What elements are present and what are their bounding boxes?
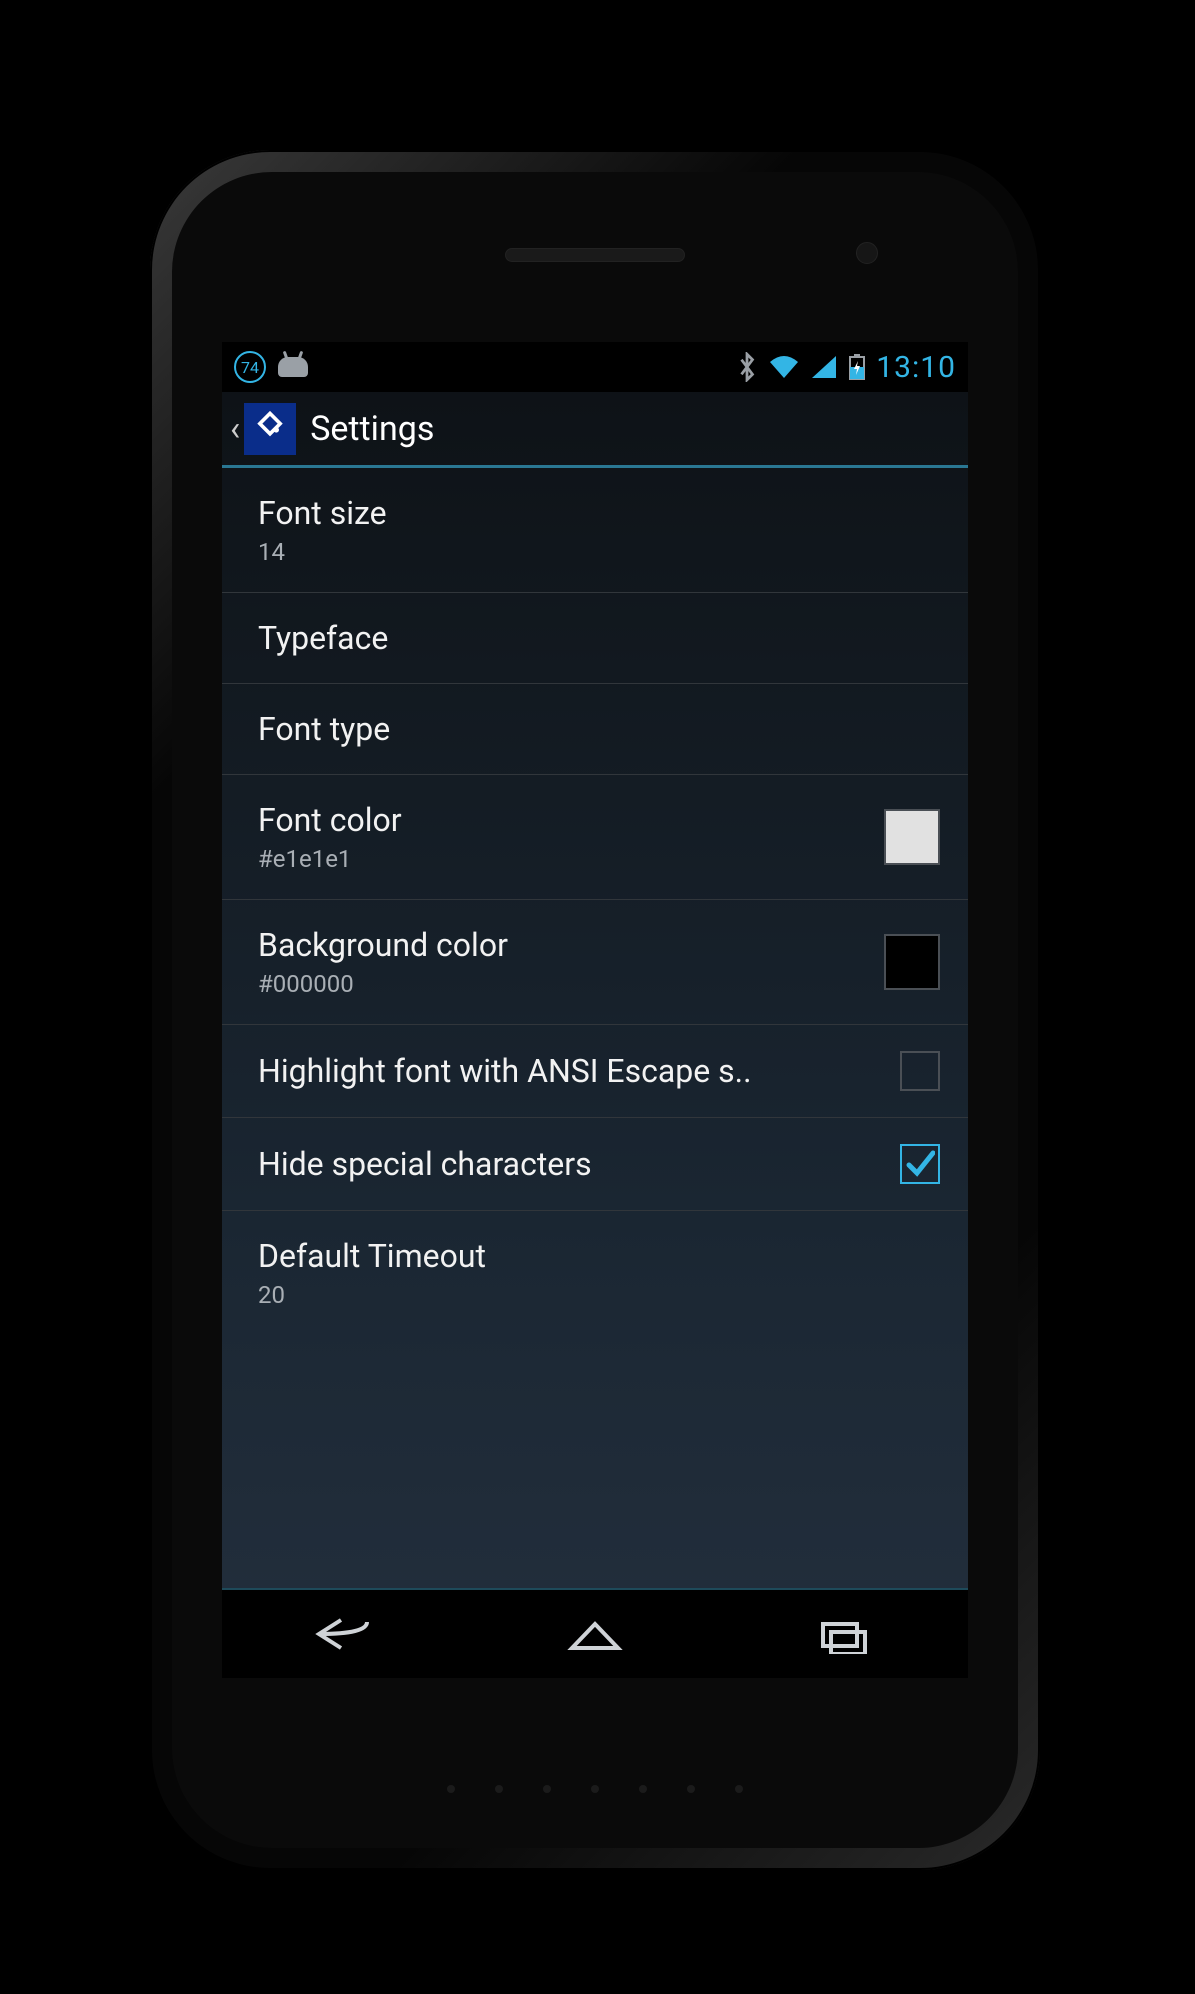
setting-title: Highlight font with ANSI Escape s.. [258, 1052, 880, 1090]
setting-title: Font color [258, 801, 864, 839]
setting-subtitle: 20 [258, 1281, 940, 1309]
checkbox[interactable] [900, 1051, 940, 1091]
setting-title: Default Timeout [258, 1237, 940, 1275]
nav-recent-button[interactable] [804, 1611, 884, 1657]
cell-signal-icon [810, 354, 838, 380]
status-bar-right: 13:10 [736, 350, 956, 385]
wifi-icon [768, 354, 800, 380]
setting-title: Typeface [258, 619, 940, 657]
earpiece [505, 248, 685, 262]
phone-chin-dots [447, 1785, 743, 1793]
phone-frame: 74 [150, 150, 1040, 1870]
battery-charging-icon [848, 353, 866, 381]
setting-row-hide-special[interactable]: Hide special characters [222, 1118, 968, 1211]
setting-row-font-color[interactable]: Font color #e1e1e1 [222, 775, 968, 900]
battery-saver-badge-icon: 74 [234, 351, 266, 383]
setting-row-font-size[interactable]: Font size 14 [222, 468, 968, 593]
nav-back-button[interactable] [306, 1611, 386, 1657]
setting-title: Hide special characters [258, 1145, 880, 1183]
front-camera [856, 242, 878, 264]
app-icon[interactable] [244, 403, 296, 455]
system-nav-bar [222, 1588, 968, 1678]
back-caret-icon[interactable]: ‹ [228, 409, 244, 449]
setting-row-typeface[interactable]: Typeface [222, 593, 968, 684]
nav-home-button[interactable] [555, 1611, 635, 1657]
setting-subtitle: 14 [258, 538, 940, 566]
status-bar-left: 74 [234, 351, 308, 383]
setting-row-background-color[interactable]: Background color #000000 [222, 900, 968, 1025]
bluetooth-icon [736, 352, 758, 382]
checkbox-checked[interactable] [900, 1144, 940, 1184]
setting-title: Font type [258, 710, 940, 748]
status-clock: 13:10 [876, 350, 956, 385]
android-debug-icon [278, 357, 308, 377]
phone-inner: 74 [172, 172, 1018, 1848]
action-bar: ‹ Settings [222, 392, 968, 468]
color-swatch [884, 809, 940, 865]
setting-subtitle: #e1e1e1 [258, 845, 864, 873]
color-swatch [884, 934, 940, 990]
setting-row-default-timeout[interactable]: Default Timeout 20 [222, 1211, 968, 1335]
setting-subtitle: #000000 [258, 970, 864, 998]
settings-list[interactable]: Font size 14 Typeface Font type [222, 468, 968, 1588]
setting-title: Background color [258, 926, 864, 964]
setting-row-font-type[interactable]: Font type [222, 684, 968, 775]
setting-title: Font size [258, 494, 940, 532]
device-screen: 74 [222, 342, 968, 1678]
action-bar-title: Settings [310, 409, 434, 449]
status-bar: 74 [222, 342, 968, 392]
setting-row-ansi-highlight[interactable]: Highlight font with ANSI Escape s.. [222, 1025, 968, 1118]
